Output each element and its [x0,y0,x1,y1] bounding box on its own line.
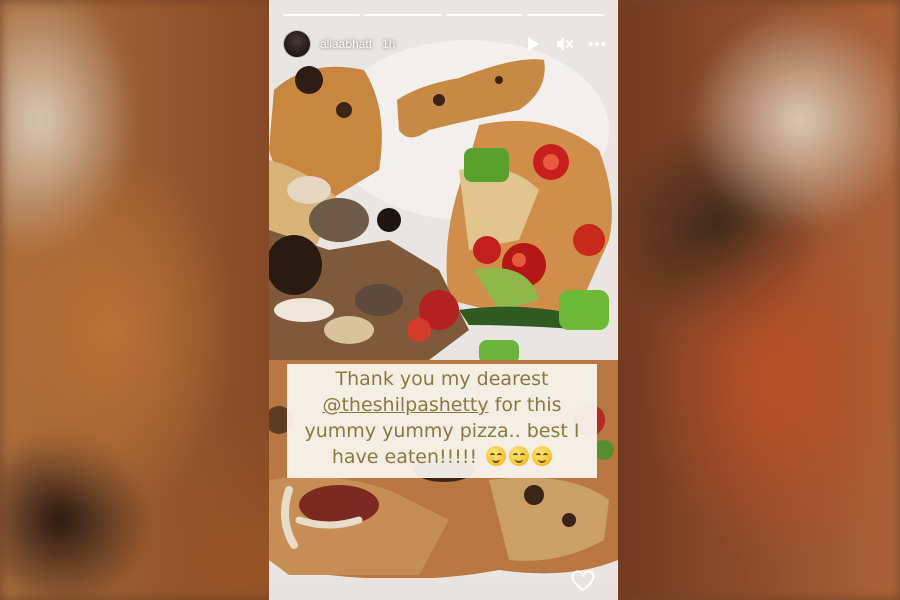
pizza-photo [269,0,618,600]
mention-link[interactable]: @theshilpashetty [322,394,488,416]
mute-icon[interactable] [556,35,574,53]
caption-line-3: yummy yummy pizza.. best I [304,420,580,442]
more-options-icon[interactable] [588,35,606,53]
story-viewer[interactable]: aliaabhatt 1h [269,0,618,600]
heart-outline-icon[interactable] [571,570,595,592]
post-time: 1h [382,37,396,51]
play-icon[interactable] [524,35,542,53]
story-header: aliaabhatt 1h [283,28,606,60]
progress-segment [283,14,361,16]
story-caption: Thank you my dearest @theshilpashetty fo… [287,364,597,478]
progress-segment [445,14,523,16]
story-progress-bar [283,14,604,16]
relieved-face-emoji [509,446,530,466]
caption-line-1: Thank you my dearest [335,368,549,390]
relieved-face-emoji [532,446,553,466]
caption-line-2-text: for this [488,394,562,416]
story-controls [524,35,606,53]
relieved-face-emoji [486,446,507,466]
progress-segment [364,14,442,16]
caption-line-4: have eaten!!!!! [293,444,591,470]
caption-line-2: @theshilpashetty for this [293,392,591,418]
progress-segment [526,14,604,16]
username[interactable]: aliaabhatt [320,37,372,51]
caption-line-4-text: have eaten!!!!! [331,446,478,468]
avatar[interactable] [283,30,311,58]
